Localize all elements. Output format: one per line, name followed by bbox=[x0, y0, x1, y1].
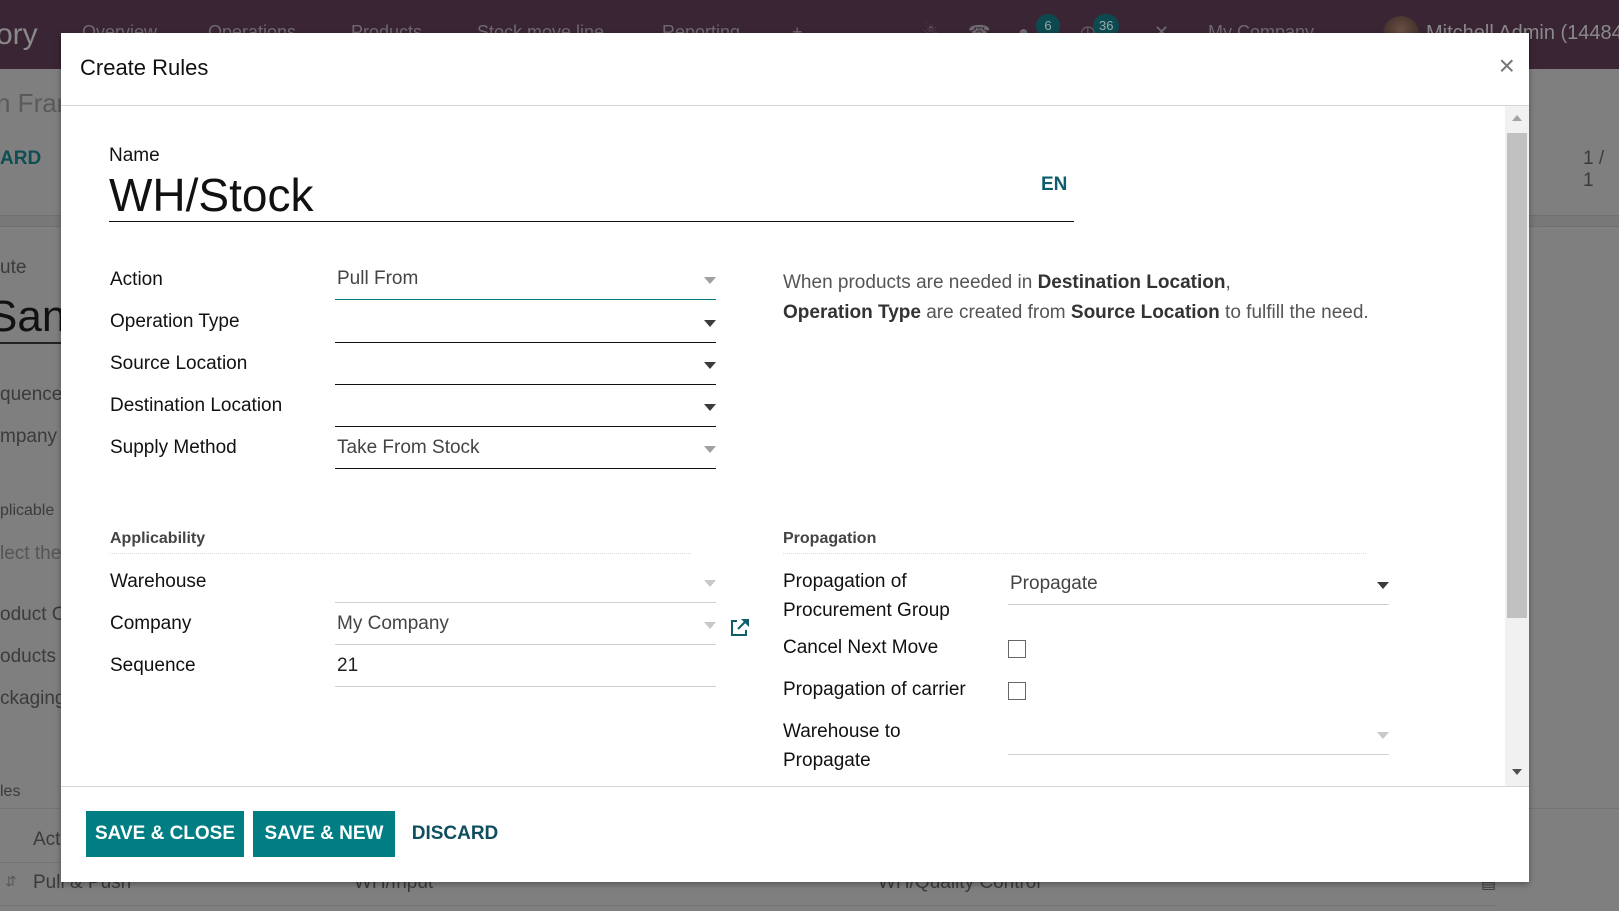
drag-handle-icon[interactable]: ⇵ bbox=[5, 873, 17, 890]
scroll-up-icon[interactable] bbox=[1512, 115, 1522, 121]
external-link-icon[interactable] bbox=[728, 617, 750, 639]
background-label-company: mpany bbox=[0, 426, 58, 447]
procurement-group-select[interactable]: Propagate bbox=[1008, 567, 1389, 605]
sequence-label: Sequence bbox=[110, 655, 196, 676]
name-label: Name bbox=[109, 145, 160, 166]
background-record-title: San bbox=[0, 292, 67, 341]
destination-location-label: Destination Location bbox=[110, 395, 283, 416]
warehouse-to-propagate-label-line1: Warehouse to bbox=[783, 721, 901, 742]
applicability-section-title: Applicability bbox=[110, 530, 206, 547]
warehouse-label: Warehouse bbox=[110, 571, 207, 592]
divider bbox=[0, 905, 1496, 906]
chevron-down-icon bbox=[704, 362, 716, 369]
dialog-footer: SAVE & CLOSE SAVE & NEW DISCARD bbox=[61, 786, 1529, 882]
discard-button[interactable]: DISCARD bbox=[405, 811, 505, 857]
dialog-title: Create Rules bbox=[80, 55, 209, 80]
propagation-carrier-label: Propagation of carrier bbox=[783, 679, 966, 700]
app-brand[interactable]: ory bbox=[0, 18, 38, 52]
rule-help-text: When products are needed in Destination … bbox=[783, 272, 1369, 323]
propagation-section-title: Propagation bbox=[783, 530, 877, 547]
language-button[interactable]: EN bbox=[1041, 174, 1067, 196]
background-help-text: lect the bbox=[0, 543, 62, 564]
cancel-next-move-label: Cancel Next Move bbox=[783, 637, 939, 658]
chevron-down-icon bbox=[704, 277, 716, 284]
save-close-button[interactable]: SAVE & CLOSE bbox=[86, 811, 244, 857]
supply-method-label: Supply Method bbox=[110, 437, 237, 458]
divider bbox=[110, 553, 691, 554]
background-label-product-category: oduct C bbox=[0, 604, 66, 625]
company-label: Company bbox=[110, 613, 192, 634]
background-section-rules: les bbox=[0, 783, 21, 800]
procurement-group-label-line2: Procurement Group bbox=[783, 600, 950, 621]
procurement-group-value: Propagate bbox=[1010, 573, 1098, 594]
name-input[interactable]: WH/Stock bbox=[109, 168, 1074, 222]
action-label: Action bbox=[110, 269, 163, 290]
destination-location-select[interactable] bbox=[335, 389, 716, 427]
background-table-header-action: Act bbox=[33, 829, 61, 850]
supply-method-value: Take From Stock bbox=[337, 437, 480, 458]
sequence-value: 21 bbox=[337, 655, 359, 676]
action-value: Pull From bbox=[337, 268, 419, 289]
chevron-down-icon bbox=[704, 404, 716, 411]
background-label-applicable: plicable bbox=[0, 502, 55, 519]
warehouse-to-propagate-select[interactable] bbox=[1008, 717, 1389, 755]
close-icon[interactable]: × bbox=[1499, 51, 1515, 81]
company-select[interactable]: My Company bbox=[335, 607, 716, 645]
background-label-products: oducts bbox=[0, 646, 56, 667]
action-select[interactable]: Pull From bbox=[335, 262, 716, 300]
background-label-packaging: ckaging bbox=[0, 688, 66, 709]
background-label-sequence: quence bbox=[0, 384, 63, 405]
chevron-down-icon bbox=[704, 622, 716, 629]
dialog-scrollbar[interactable] bbox=[1505, 106, 1529, 786]
warehouse-to-propagate-label-line2: Propagate bbox=[783, 750, 871, 771]
supply-method-select[interactable]: Take From Stock bbox=[335, 431, 716, 469]
operation-type-label: Operation Type bbox=[110, 311, 240, 332]
procurement-group-label-line1: Propagation of bbox=[783, 571, 907, 592]
company-value: My Company bbox=[337, 613, 449, 634]
warehouse-select[interactable] bbox=[335, 565, 716, 603]
divider bbox=[783, 553, 1366, 554]
dialog-header: Create Rules × bbox=[61, 33, 1529, 106]
chevron-down-icon bbox=[704, 446, 716, 453]
chevron-down-icon bbox=[1377, 732, 1389, 739]
chevron-down-icon bbox=[1377, 582, 1389, 589]
source-location-label: Source Location bbox=[110, 353, 248, 374]
propagation-carrier-checkbox[interactable] bbox=[1008, 682, 1026, 700]
create-rules-dialog: Create Rules × Name WH/Stock EN Action P… bbox=[61, 33, 1529, 882]
scroll-down-icon[interactable] bbox=[1512, 769, 1522, 775]
scrollbar-thumb[interactable] bbox=[1507, 133, 1527, 618]
chevron-down-icon bbox=[704, 320, 716, 327]
pager[interactable]: 1 / 1 bbox=[1583, 148, 1619, 192]
background-field-label: ute bbox=[0, 257, 27, 278]
operation-type-select[interactable] bbox=[335, 305, 716, 343]
background-action-button[interactable]: ARD bbox=[0, 148, 41, 170]
chevron-down-icon bbox=[704, 580, 716, 587]
source-location-select[interactable] bbox=[335, 347, 716, 385]
sequence-input[interactable]: 21 bbox=[335, 649, 716, 687]
background-title-underline bbox=[0, 342, 62, 344]
save-new-button[interactable]: SAVE & NEW bbox=[253, 811, 395, 857]
cancel-next-move-checkbox[interactable] bbox=[1008, 640, 1026, 658]
dialog-body: Name WH/Stock EN Action Pull From Operat… bbox=[61, 106, 1505, 786]
